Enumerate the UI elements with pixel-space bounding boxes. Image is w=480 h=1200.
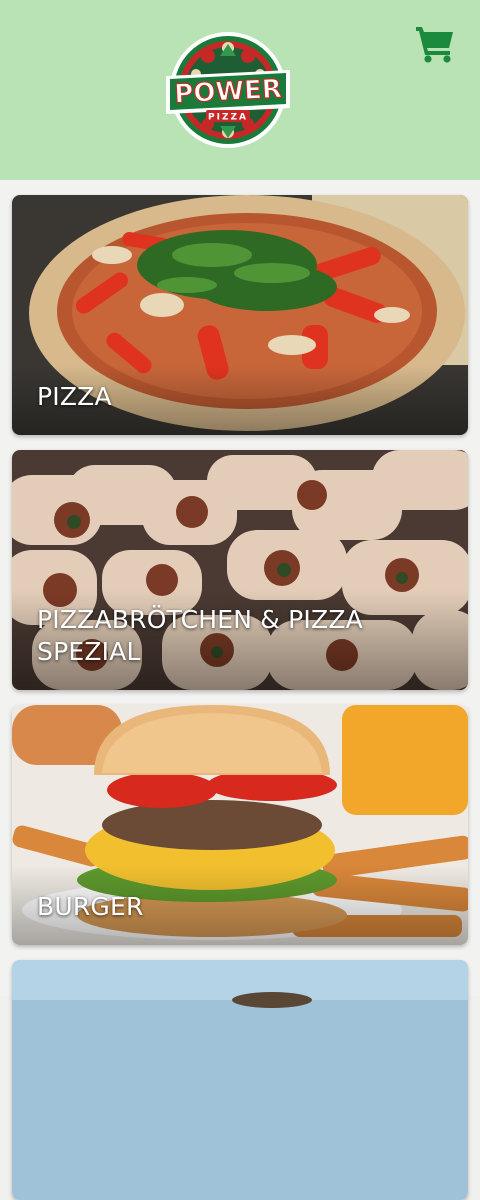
- category-card-burger[interactable]: BURGER: [12, 705, 468, 945]
- category-label: BURGER: [37, 892, 144, 921]
- category-card-partial[interactable]: [12, 960, 468, 1200]
- category-card-pizza[interactable]: PIZZA: [12, 195, 468, 435]
- category-card-pizzabroetchen[interactable]: PIZZABRÖTCHEN & PIZZA SPEZIAL: [12, 450, 468, 690]
- category-label: PIZZABRÖTCHEN & PIZZA SPEZIAL: [37, 605, 363, 666]
- cart-button[interactable]: [414, 24, 456, 64]
- app-header: POWER PIZZA: [0, 0, 480, 180]
- logo-text-pizza: PIZZA: [208, 113, 248, 123]
- category-label: PIZZA: [37, 382, 112, 411]
- brand-logo[interactable]: POWER PIZZA: [158, 24, 298, 158]
- logo-text-power: POWER: [174, 74, 283, 110]
- power-pizza-logo-icon: POWER PIZZA: [166, 32, 290, 148]
- category-image: [12, 960, 468, 1200]
- shopping-cart-icon: [416, 27, 453, 63]
